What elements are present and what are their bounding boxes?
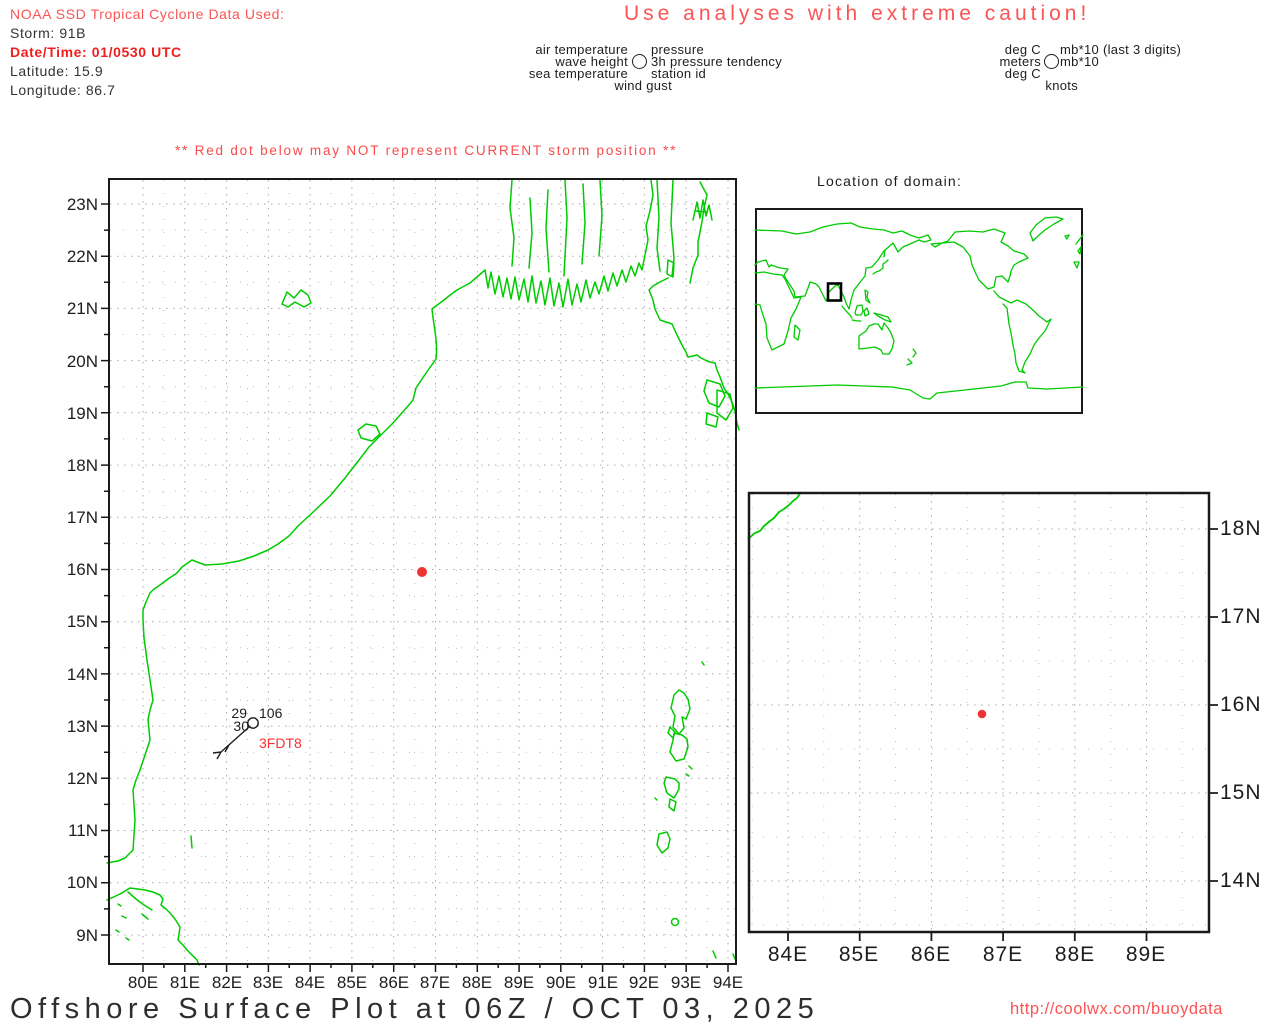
delta-rivers bbox=[509, 179, 708, 284]
page-title: Offshore Surface Plot at 06Z / OCT 03, 2… bbox=[10, 993, 820, 1024]
sumatra-tip bbox=[712, 950, 737, 962]
philippines bbox=[864, 289, 871, 304]
station-id: 3FDT8 bbox=[259, 735, 302, 751]
inland-reservoir bbox=[281, 289, 312, 308]
zoom-y-tick-label: 18N bbox=[1220, 517, 1262, 540]
iberia bbox=[1073, 261, 1080, 269]
legend-station-id: station id bbox=[651, 66, 707, 81]
main-x-tick-label: 83E bbox=[252, 973, 284, 992]
source-url[interactable]: http://coolwx.com/buoydata bbox=[1010, 1000, 1223, 1019]
main-y-tick-label: 20N bbox=[66, 352, 98, 371]
zoom-x-tick-label: 87E bbox=[982, 943, 1024, 966]
main-y-tick-label: 23N bbox=[66, 195, 98, 214]
zoom-x-tick-label: 84E bbox=[767, 943, 809, 966]
zoom-x-tick-label: 89E bbox=[1125, 943, 1167, 966]
caution-banner: Use analyses with extreme caution! bbox=[624, 2, 1091, 25]
main-x-tick-label: 80E bbox=[127, 973, 159, 992]
main-x-tick-label: 90E bbox=[545, 973, 577, 992]
zoom-map bbox=[747, 491, 1218, 941]
zoom-x-tick-label: 85E bbox=[838, 943, 880, 966]
madagascar bbox=[793, 324, 801, 341]
main-y-tick-label: 11N bbox=[68, 821, 98, 840]
main-y-tick-label: 16N bbox=[66, 560, 98, 579]
coastline-africa bbox=[754, 271, 802, 351]
meghna-island bbox=[666, 259, 675, 278]
japan bbox=[872, 249, 889, 275]
coastline-india-east bbox=[106, 269, 486, 864]
andaman-islet bbox=[670, 917, 680, 927]
new-zealand bbox=[906, 348, 917, 366]
zoom-x-tick-label: 86E bbox=[910, 943, 952, 966]
station-pressure: 106 bbox=[259, 705, 283, 721]
coastline-australia bbox=[858, 322, 895, 355]
main-x-tick-label: 91E bbox=[587, 973, 619, 992]
main-map: 29 30 106 3FDT8 bbox=[101, 178, 740, 972]
greenland bbox=[1029, 216, 1064, 242]
coastline-south-america bbox=[993, 290, 1052, 374]
main-x-tick-label: 84E bbox=[294, 973, 326, 992]
main-x-tick-label: 92E bbox=[628, 973, 660, 992]
main-x-tick-label: 82E bbox=[211, 973, 243, 992]
main-y-tick-label: 17N bbox=[66, 508, 98, 527]
andaman-islands bbox=[654, 661, 705, 854]
zoom-x-tick-label: 88E bbox=[1054, 943, 1096, 966]
zoom-y-tick-label: 14N bbox=[1220, 869, 1262, 892]
units-pressure-tendency: mb*10 bbox=[1060, 54, 1100, 69]
zoom-storm-dot bbox=[977, 709, 987, 719]
main-x-tick-label: 87E bbox=[419, 973, 451, 992]
domain-inset-title: Location of domain: bbox=[817, 173, 962, 189]
station-sea-temp: 30 bbox=[233, 718, 249, 734]
main-y-tick-label: 10N bbox=[66, 873, 98, 892]
coastline-eurasia bbox=[754, 222, 932, 310]
main-x-tick-label: 81E bbox=[169, 973, 201, 992]
world-map-inset bbox=[754, 208, 1084, 414]
units-circle-icon bbox=[1044, 54, 1059, 69]
main-y-tick-label: 21N bbox=[66, 299, 98, 318]
header-storm: Storm: 91B bbox=[10, 25, 87, 41]
main-y-tick-label: 13N bbox=[66, 717, 98, 736]
coastline-myanmar bbox=[648, 277, 740, 431]
header-latitude: Latitude: 15.9 bbox=[10, 63, 104, 79]
indonesia bbox=[841, 304, 870, 322]
iceland bbox=[1064, 234, 1070, 240]
main-x-tick-label: 89E bbox=[503, 973, 535, 992]
main-x-tick-label: 86E bbox=[378, 973, 410, 992]
units-wind-gust: knots bbox=[1045, 78, 1078, 93]
zoom-y-tick-label: 17N bbox=[1220, 605, 1262, 628]
main-y-tick-label: 9N bbox=[76, 926, 98, 945]
main-y-tick-label: 12N bbox=[66, 769, 98, 788]
station-circle-icon bbox=[632, 54, 647, 69]
storm-position-warning: ** Red dot below may NOT represent CURRE… bbox=[175, 143, 678, 158]
station-plot-circle bbox=[247, 717, 259, 729]
main-y-tick-label: 14N bbox=[66, 665, 98, 684]
british-isles bbox=[1077, 246, 1082, 255]
zoom-y-tick-label: 15N bbox=[1220, 781, 1262, 804]
zoom-coastline bbox=[747, 491, 802, 540]
antarctica bbox=[754, 381, 1084, 400]
header-datetime: Date/Time: 01/0530 UTC bbox=[10, 44, 182, 60]
main-y-tick-label: 18N bbox=[66, 456, 98, 475]
storm-dot bbox=[417, 567, 427, 577]
barrier-island bbox=[190, 835, 193, 849]
main-x-tick-label: 94E bbox=[712, 973, 744, 992]
coastline-sri-lanka bbox=[106, 887, 200, 966]
header-longitude: Longitude: 86.7 bbox=[10, 82, 116, 98]
header-source-line: NOAA SSD Tropical Cyclone Data Used: bbox=[10, 6, 285, 22]
main-y-tick-label: 19N bbox=[66, 404, 98, 423]
main-x-tick-label: 88E bbox=[461, 973, 493, 992]
main-y-tick-label: 22N bbox=[66, 247, 98, 266]
zoom-y-tick-label: 16N bbox=[1220, 693, 1262, 716]
main-x-tick-label: 85E bbox=[336, 973, 368, 992]
main-y-tick-label: 15N bbox=[66, 612, 98, 631]
new-guinea bbox=[873, 312, 892, 323]
buoy-data-page: NOAA SSD Tropical Cyclone Data Used: Sto… bbox=[0, 0, 1280, 1024]
main-x-tick-label: 93E bbox=[670, 973, 702, 992]
coastline-north-america bbox=[930, 228, 1029, 290]
